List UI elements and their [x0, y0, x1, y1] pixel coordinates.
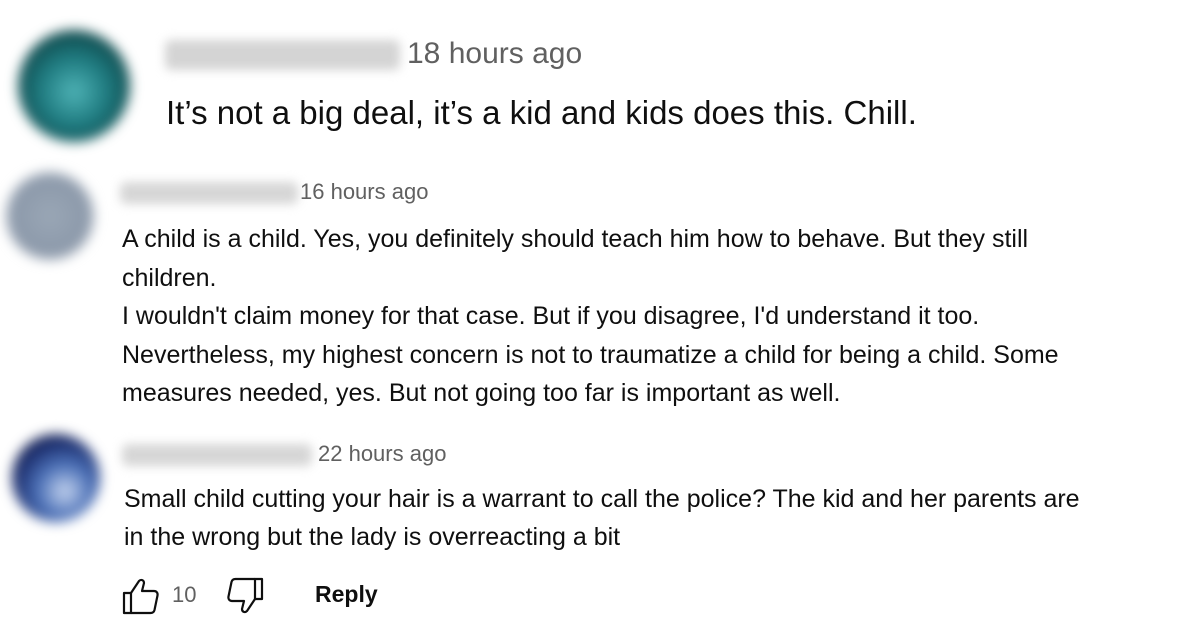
comment-text-line: It’s not a big deal, it’s a kid and kids…	[166, 94, 917, 131]
comment-timestamp[interactable]: 22 hours ago	[318, 440, 446, 468]
comment-text-line: Small child cutting your hair is a warra…	[124, 485, 1080, 513]
dislike-button[interactable]	[226, 576, 266, 616]
like-button[interactable]	[120, 576, 160, 616]
comment-text: It’s not a big deal, it’s a kid and kids…	[166, 93, 917, 133]
avatar[interactable]	[18, 30, 130, 142]
comment-text-line: Nevertheless, my highest concern is not …	[122, 340, 1059, 369]
comment-actions: 10 Reply	[120, 570, 520, 620]
comment-text: A child is a child. Yes, you definitely …	[122, 220, 1182, 413]
like-count: 10	[172, 582, 197, 607]
comment-text-line: A child is a child. Yes, you definitely …	[122, 225, 1029, 253]
avatar[interactable]	[12, 434, 100, 522]
author-handle-blurred[interactable]	[165, 40, 400, 70]
author-handle-blurred[interactable]	[120, 182, 298, 204]
comment-timestamp[interactable]: 18 hours ago	[407, 36, 582, 72]
comment-text: Small child cutting your hair is a warra…	[124, 480, 1080, 556]
avatar[interactable]	[6, 172, 94, 260]
comment-text-line: children.	[122, 263, 217, 292]
comment-text-line: in the wrong but the lady is overreactin…	[124, 523, 621, 551]
comment: 18 hours ago It’s not a big deal, it’s a…	[0, 0, 1200, 160]
comment: 16 hours ago A child is a child. Yes, yo…	[0, 160, 1200, 420]
author-handle-blurred[interactable]	[122, 444, 312, 466]
reply-button[interactable]: Reply	[315, 581, 378, 608]
comment-text-line: I wouldn't claim money for that case. Bu…	[122, 302, 980, 330]
comment-timestamp[interactable]: 16 hours ago	[300, 178, 428, 206]
thumbs-up-icon	[122, 578, 159, 615]
comment-text-line: measures needed, yes. But not going too …	[122, 379, 841, 407]
thumbs-down-icon	[227, 577, 264, 614]
